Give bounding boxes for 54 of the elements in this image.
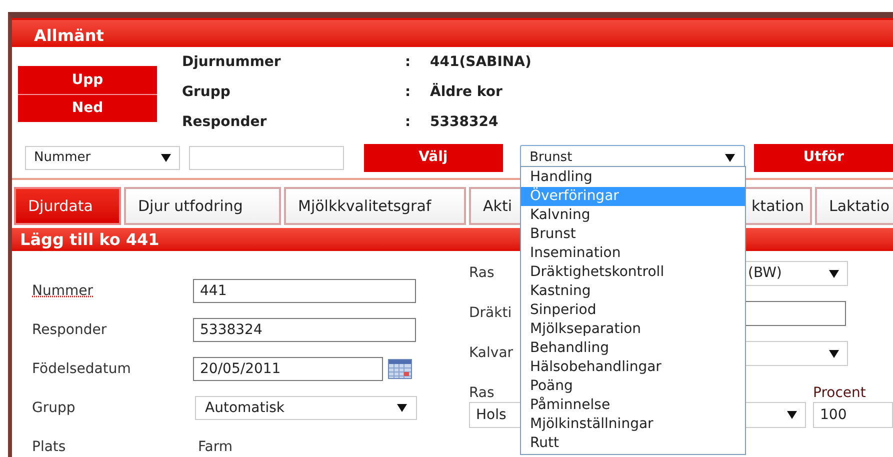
field-label: Ras [469, 385, 494, 401]
tab[interactable]: Mjölkkvalitetsgraf [284, 187, 466, 225]
dropdown-arrow-icon [829, 270, 839, 278]
field-label: Plats [32, 438, 66, 454]
dropdown-option[interactable]: Behandling [521, 339, 745, 358]
dropdown-option[interactable]: Mjölkseparation [521, 320, 745, 339]
field-value: Farm [198, 438, 232, 456]
field-label: Grupp [32, 400, 76, 416]
info-separator: : [405, 113, 412, 132]
dropdown-option[interactable]: Påminnelse [521, 396, 745, 415]
info-label: Responder [182, 113, 268, 132]
dropdown-arrow-icon [397, 404, 407, 412]
info-value: 5338324 [430, 113, 498, 132]
select-button[interactable]: Välj [364, 144, 503, 172]
dropdown-arrow-icon [829, 350, 839, 358]
tab[interactable]: Djur utfodring [124, 187, 281, 225]
field-label: Ras [469, 265, 494, 281]
search-field[interactable] [188, 146, 344, 170]
dropdown-option[interactable]: Handling [521, 168, 745, 187]
info-label: Djurnummer [182, 53, 282, 72]
nav-button[interactable]: Ned [18, 94, 157, 122]
info-value: 441(SABINA) [430, 53, 532, 72]
field-select[interactable]: Nummer [25, 146, 180, 170]
group-select[interactable]: Automatisk [195, 396, 417, 420]
dropdown-arrow-icon [725, 154, 736, 162]
field-label: Födelsedatum [32, 360, 131, 376]
dropdown-option[interactable]: Brunst [521, 225, 745, 244]
field-label: Kalvar [469, 345, 514, 361]
dropdown-arrow-icon [160, 154, 171, 162]
input-field[interactable]: 441 [193, 279, 416, 303]
field-label: Procent [813, 385, 867, 402]
calendar-icon[interactable] [388, 359, 412, 379]
info-separator: : [405, 83, 412, 102]
tab[interactable]: Laktatio [815, 187, 893, 225]
field-label: Dräkti [469, 305, 512, 321]
dropdown-option[interactable]: Kalvning [521, 206, 745, 225]
dropdown-option[interactable]: Rutt [521, 434, 745, 453]
info-value: Äldre kor [430, 82, 502, 102]
info-separator: : [405, 53, 412, 72]
input-field[interactable]: 20/05/2011 [193, 357, 383, 381]
dropdown-arrow-icon [787, 411, 797, 419]
field-label: Responder [32, 322, 107, 338]
tab[interactable]: Djurdata [14, 187, 121, 225]
dropdown-option[interactable]: Poäng [521, 377, 745, 396]
dropdown-option[interactable]: Mjölkinställningar [521, 415, 745, 434]
percent-field[interactable]: 100 [813, 402, 893, 428]
execute-button[interactable]: Utför [754, 144, 893, 172]
nav-button[interactable]: Upp [18, 66, 157, 94]
section-header: Allmänt [12, 18, 893, 47]
field-label: Nummer [32, 282, 93, 298]
info-label: Grupp [182, 83, 232, 102]
dropdown-option[interactable]: Hälsobehandlingar [521, 358, 745, 377]
dropdown-option[interactable]: Sinperiod [521, 301, 745, 320]
input-field[interactable]: 5338324 [193, 318, 416, 342]
